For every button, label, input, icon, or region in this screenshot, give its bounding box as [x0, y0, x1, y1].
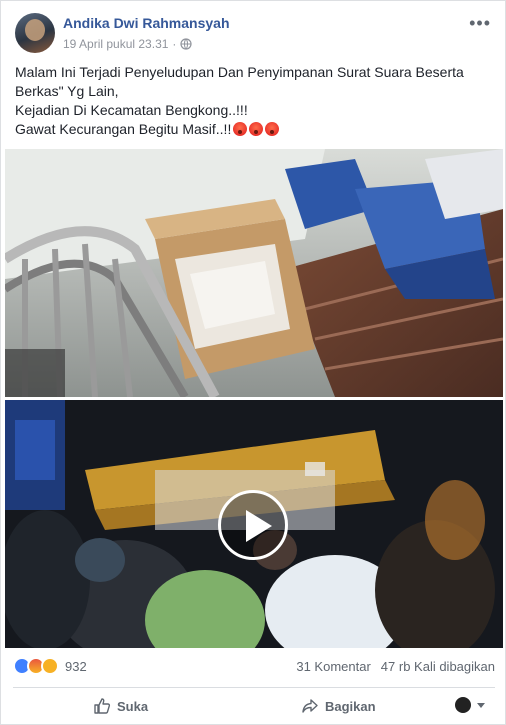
share-button[interactable]: Bagikan [301, 697, 376, 715]
wow-icon [41, 657, 59, 675]
chevron-down-icon [477, 702, 485, 708]
share-count[interactable]: 47 rb Kali dibagikan [381, 659, 495, 674]
post-text-line: Kejadian Di Kecamatan Bengkong..!!! [15, 102, 248, 118]
post-card: Andika Dwi Rahmansyah 19 April pukul 23.… [0, 0, 506, 725]
post-text-line: Malam Ini Terjadi Penyeludupan Dan Penyi… [15, 64, 464, 99]
share-label: Bagikan [325, 698, 376, 714]
engagement-counts: 31 Komentar 47 rb Kali dibagikan [296, 659, 495, 674]
profile-mini-icon [455, 697, 471, 713]
post-text: Malam Ini Terjadi Penyeludupan Dan Penyi… [15, 63, 493, 139]
action-bar: Suka Bagikan [1, 691, 505, 723]
post-text-line-content: Gawat Kecurangan Begitu Masif..!! [15, 121, 232, 137]
angry-emoji-icon [265, 122, 280, 136]
author-name[interactable]: Andika Dwi Rahmansyah [63, 15, 230, 31]
meta-separator: · [172, 37, 177, 51]
comment-count[interactable]: 31 Komentar [296, 659, 370, 674]
post-text-line-last: Gawat Kecurangan Begitu Masif..!! [15, 120, 493, 139]
reactions-summary[interactable]: 932 [13, 657, 87, 675]
post-header: Andika Dwi Rahmansyah 19 April pukul 23.… [1, 1, 505, 57]
more-options-button[interactable]: ••• [469, 13, 491, 34]
reaction-count: 932 [65, 658, 87, 674]
thumbs-up-icon [94, 698, 111, 714]
post-photo[interactable] [5, 149, 503, 397]
post-stats: 932 31 Komentar 47 rb Kali dibagikan [13, 655, 495, 679]
angry-emoji-icon [249, 122, 264, 136]
avatar[interactable] [15, 13, 55, 53]
like-label: Suka [117, 698, 149, 714]
photo-image [5, 149, 503, 397]
globe-icon [180, 38, 193, 50]
divider [13, 687, 495, 688]
audience-selector[interactable] [455, 697, 485, 713]
post-meta: 19 April pukul 23.31 · [63, 37, 193, 51]
like-button[interactable]: Suka [93, 697, 148, 715]
post-video[interactable] [5, 400, 503, 648]
share-arrow-icon [302, 699, 318, 713]
post-timestamp[interactable]: 19 April pukul 23.31 [63, 37, 168, 51]
angry-emoji-icon [233, 122, 248, 136]
play-icon[interactable] [218, 490, 288, 560]
